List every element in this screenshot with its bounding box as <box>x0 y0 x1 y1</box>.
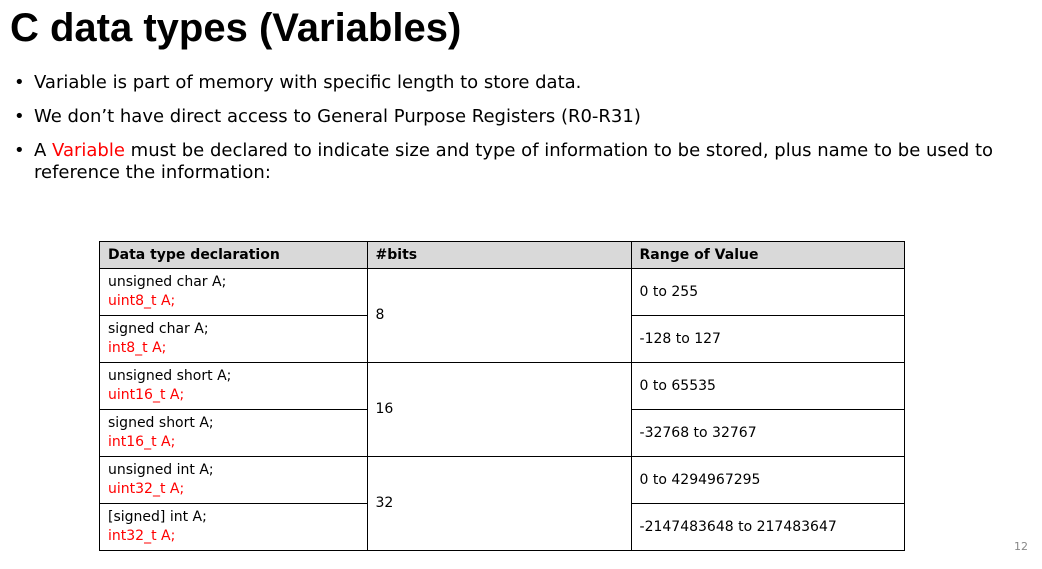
range-cell: -128 to 127 <box>630 315 906 363</box>
alias-text: int16_t A; <box>108 434 176 450</box>
bullet-dot-icon: • <box>14 106 25 127</box>
declaration-cell: [signed] int A; int32_t A; <box>99 503 368 551</box>
alias-text: int8_t A; <box>108 340 167 356</box>
bits-cell: 8 <box>366 268 632 363</box>
range-cell: 0 to 65535 <box>630 362 906 410</box>
page-number: 12 <box>1014 540 1028 553</box>
declaration-cell: unsigned int A; uint32_t A; <box>99 456 368 504</box>
bullet-list: • Variable is part of memory with specif… <box>14 72 1034 196</box>
declaration-text: signed short A; <box>108 415 214 431</box>
range-cell: -32768 to 32767 <box>630 409 906 457</box>
bullet-text-pre: A <box>34 140 53 161</box>
range-cell: 0 to 4294967295 <box>630 456 906 504</box>
bullet-item: • Variable is part of memory with specif… <box>14 72 1034 94</box>
header-declaration: Data type declaration <box>99 241 368 269</box>
table-row: unsigned char A; uint8_t A; 8 0 to 255 <box>99 268 906 363</box>
data-types-table: Data type declaration #bits Range of Val… <box>99 241 906 551</box>
slide-title: C data types (Variables) <box>10 6 462 50</box>
declaration-cell: signed char A; int8_t A; <box>99 315 368 363</box>
range-cell: -2147483648 to 217483647 <box>630 503 906 551</box>
bullet-dot-icon: • <box>14 140 25 161</box>
declaration-text: unsigned char A; <box>108 274 227 290</box>
declaration-text: [signed] int A; <box>108 509 207 525</box>
alias-text: uint32_t A; <box>108 481 185 497</box>
declaration-text: unsigned int A; <box>108 462 214 478</box>
declaration-cell: unsigned short A; uint16_t A; <box>99 362 368 410</box>
header-range: Range of Value <box>630 241 906 269</box>
bullet-item: • A Variable must be declared to indicat… <box>14 140 1034 184</box>
bits-cell: 32 <box>366 456 632 551</box>
bullet-highlight-variable: Variable <box>52 140 125 161</box>
alias-text: uint8_t A; <box>108 293 176 309</box>
header-bits: #bits <box>366 241 632 269</box>
bullet-item: • We don’t have direct access to General… <box>14 106 1034 128</box>
bullet-dot-icon: • <box>14 72 25 93</box>
table-header-row: Data type declaration #bits Range of Val… <box>99 241 906 269</box>
declaration-cell: signed short A; int16_t A; <box>99 409 368 457</box>
table-row: unsigned short A; uint16_t A; 16 0 to 65… <box>99 362 906 457</box>
bullet-text-post: must be declared to indicate size and ty… <box>34 140 994 183</box>
bullet-text: We don’t have direct access to General P… <box>34 106 641 127</box>
declaration-text: unsigned short A; <box>108 368 232 384</box>
alias-text: int32_t A; <box>108 528 176 544</box>
declaration-text: signed char A; <box>108 321 209 337</box>
table-row: unsigned int A; uint32_t A; 32 0 to 4294… <box>99 456 906 551</box>
bullet-text: Variable is part of memory with specific… <box>34 72 582 93</box>
range-cell: 0 to 255 <box>630 268 906 316</box>
alias-text: uint16_t A; <box>108 387 185 403</box>
bits-cell: 16 <box>366 362 632 457</box>
declaration-cell: unsigned char A; uint8_t A; <box>99 268 368 316</box>
